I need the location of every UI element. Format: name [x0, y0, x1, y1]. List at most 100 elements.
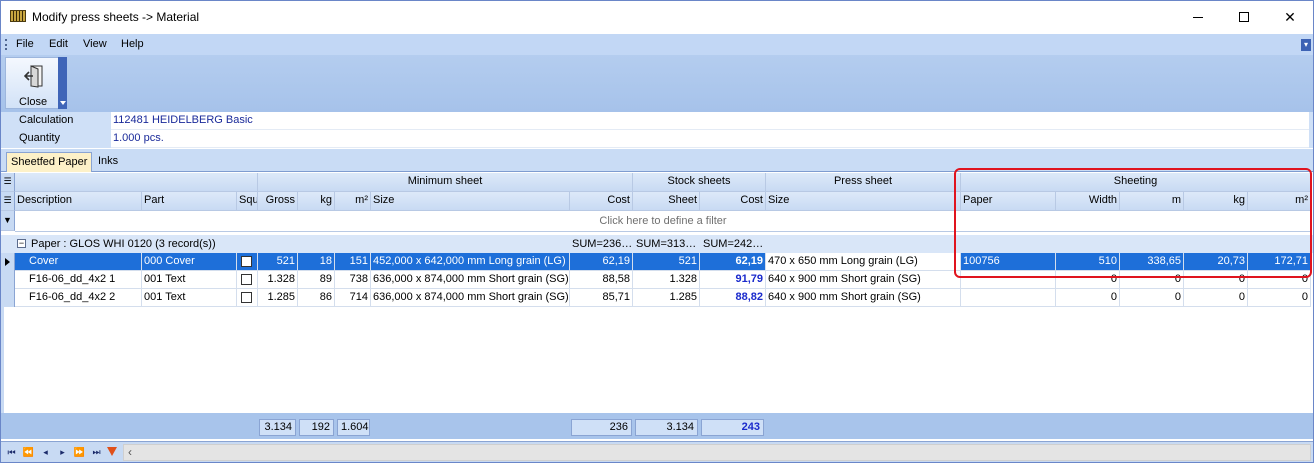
cell-kg[interactable]: 18	[298, 253, 335, 271]
cell-m2[interactable]: 738	[335, 271, 371, 289]
prev-page-button[interactable]: ⏪	[21, 445, 36, 460]
menu-edit[interactable]: Edit	[49, 38, 68, 50]
cell-m2[interactable]: 714	[335, 289, 371, 307]
col-sheet[interactable]: Sheet	[633, 192, 700, 211]
cell-gross[interactable]: 1.285	[258, 289, 298, 307]
col-size[interactable]: Size	[371, 192, 570, 211]
cell-m[interactable]: 338,65	[1120, 253, 1184, 271]
cell-kg[interactable]: 86	[298, 289, 335, 307]
col-width[interactable]: Width	[1056, 192, 1120, 211]
group-row[interactable]: − Paper : GLOS WHI 0120 (3 record(s)) SU…	[1, 235, 1313, 253]
cell-press-size[interactable]: 640 x 900 mm Short grain (SG)	[766, 271, 961, 289]
table-row[interactable]: Cover 000 Cover 521 18 151 452,000 x 642…	[1, 253, 1313, 271]
cell-size[interactable]: 452,000 x 642,000 mm Long grain (LG)	[371, 253, 570, 271]
col-paper[interactable]: Paper	[961, 192, 1056, 211]
cell-width[interactable]: 510	[1056, 253, 1120, 271]
cell-stock-cost[interactable]: 91,79	[700, 271, 766, 289]
cell-stock-cost[interactable]: 88,82	[700, 289, 766, 307]
cell-m[interactable]: 0	[1120, 289, 1184, 307]
close-button[interactable]: Close	[5, 57, 59, 109]
cell-cost[interactable]: 62,19	[570, 253, 633, 271]
cell-m2[interactable]: 151	[335, 253, 371, 271]
cell-sheet-kg[interactable]: 0	[1184, 271, 1248, 289]
col-sheet-kg[interactable]: kg	[1184, 192, 1248, 211]
collapse-icon[interactable]: −	[17, 239, 26, 248]
cell-m[interactable]: 0	[1120, 271, 1184, 289]
filter-row[interactable]: ▼ Click here to define a filter	[1, 211, 1313, 232]
col-description[interactable]: Description	[15, 192, 142, 211]
table-row[interactable]: F16-06_dd_4x2 1 001 Text 1.328 89 738 63…	[1, 271, 1313, 289]
band-stock-sheets[interactable]: Stock sheets	[633, 173, 766, 192]
col-gross[interactable]: Gross	[258, 192, 298, 211]
cell-gross[interactable]: 521	[258, 253, 298, 271]
cell-size[interactable]: 636,000 x 874,000 mm Short grain (SG)	[371, 271, 570, 289]
cell-cost[interactable]: 88,58	[570, 271, 633, 289]
cell-kg[interactable]: 89	[298, 271, 335, 289]
band-press-sheet[interactable]: Press sheet	[766, 173, 961, 192]
maximize-button[interactable]	[1221, 1, 1267, 33]
filter-placeholder[interactable]: Click here to define a filter	[15, 211, 1311, 232]
table-row[interactable]: F16-06_dd_4x2 2 001 Text 1.285 86 714 63…	[1, 289, 1313, 307]
cell-press-size[interactable]: 640 x 900 mm Short grain (SG)	[766, 289, 961, 307]
squ-checkbox[interactable]	[241, 292, 252, 303]
cell-press-size[interactable]: 470 x 650 mm Long grain (LG)	[766, 253, 961, 271]
cell-width[interactable]: 0	[1056, 289, 1120, 307]
cell-paper[interactable]	[961, 271, 1056, 289]
cell-sheet[interactable]: 1.328	[633, 271, 700, 289]
cell-size[interactable]: 636,000 x 874,000 mm Short grain (SG)	[371, 289, 570, 307]
cell-sheet[interactable]: 1.285	[633, 289, 700, 307]
col-sheet-m2[interactable]: m²	[1248, 192, 1311, 211]
menu-view[interactable]: View	[83, 38, 107, 50]
first-record-button[interactable]: ⏮	[4, 445, 19, 460]
menu-help[interactable]: Help	[121, 38, 144, 50]
cell-sheet-m2[interactable]: 0	[1248, 289, 1311, 307]
squ-checkbox[interactable]	[241, 256, 252, 267]
cell-part[interactable]: 000 Cover	[142, 253, 237, 271]
cell-part[interactable]: 001 Text	[142, 271, 237, 289]
tab-sheetfed-paper[interactable]: Sheetfed Paper	[6, 152, 93, 172]
close-window-button[interactable]: ✕	[1267, 1, 1313, 33]
horizontal-scrollbar[interactable]: ‹	[123, 444, 1311, 461]
cell-description[interactable]: F16-06_dd_4x2 2	[15, 289, 142, 307]
col-squ[interactable]: Squ	[237, 192, 258, 211]
col-part[interactable]: Part	[142, 192, 237, 211]
minimize-button[interactable]	[1175, 1, 1221, 33]
cell-sheet-kg[interactable]: 0	[1184, 289, 1248, 307]
tab-inks[interactable]: Inks	[94, 152, 122, 172]
cell-sheet-kg[interactable]: 20,73	[1184, 253, 1248, 271]
cell-paper[interactable]	[961, 289, 1056, 307]
scroll-left-icon[interactable]: ‹	[128, 445, 132, 460]
cell-part[interactable]: 001 Text	[142, 289, 237, 307]
col-m2[interactable]: m²	[335, 192, 371, 211]
cell-description[interactable]: F16-06_dd_4x2 1	[15, 271, 142, 289]
next-record-button[interactable]: ▸	[55, 445, 70, 460]
cell-sheet-m2[interactable]: 0	[1248, 271, 1311, 289]
next-page-button[interactable]: ⏩	[72, 445, 87, 460]
cell-sheet[interactable]: 521	[633, 253, 700, 271]
cell-squ[interactable]	[237, 271, 258, 289]
cell-width[interactable]: 0	[1056, 271, 1120, 289]
cell-squ[interactable]	[237, 253, 258, 271]
cell-description[interactable]: Cover	[15, 253, 142, 271]
col-cost[interactable]: Cost	[570, 192, 633, 211]
col-stock-cost[interactable]: Cost	[700, 192, 766, 211]
cell-cost[interactable]: 85,71	[570, 289, 633, 307]
cell-sheet-m2[interactable]: 172,71	[1248, 253, 1311, 271]
menu-overflow-icon[interactable]: ▾	[1301, 39, 1311, 51]
cell-gross[interactable]: 1.328	[258, 271, 298, 289]
squ-checkbox[interactable]	[241, 274, 252, 285]
cell-stock-cost[interactable]: 62,19	[700, 253, 766, 271]
col-kg[interactable]: kg	[298, 192, 335, 211]
menu-file[interactable]: File	[16, 38, 34, 50]
last-record-button[interactable]: ⏭	[89, 445, 104, 460]
col-press-size[interactable]: Size	[766, 192, 961, 211]
cell-paper[interactable]: 100756	[961, 253, 1056, 271]
close-dropdown-button[interactable]	[58, 57, 67, 109]
col-m[interactable]: m	[1120, 192, 1184, 211]
band-sheeting[interactable]: Sheeting	[961, 173, 1311, 192]
column-chooser-icon[interactable]: ☰	[1, 173, 15, 192]
filter-funnel-icon[interactable]	[107, 447, 117, 456]
prev-record-button[interactable]: ◂	[38, 445, 53, 460]
cell-squ[interactable]	[237, 289, 258, 307]
band-minimum-sheet[interactable]: Minimum sheet	[258, 173, 633, 192]
